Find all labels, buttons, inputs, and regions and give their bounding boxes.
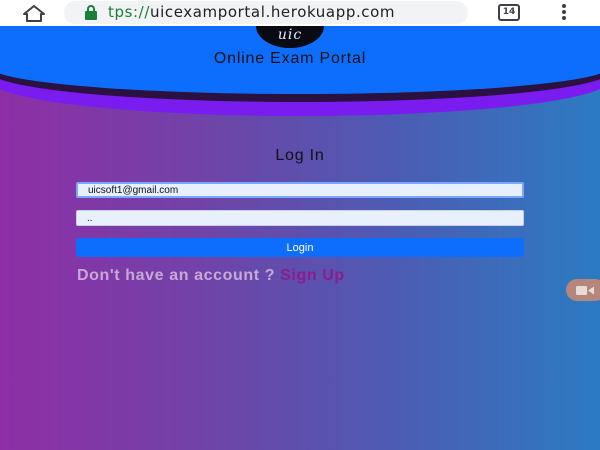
signup-prompt: Don't have an account ? Sign Up xyxy=(77,267,345,285)
url-host: uicexamportal.herokuapp.com xyxy=(149,3,396,21)
lock-icon xyxy=(85,5,97,20)
url-scheme: tps:// xyxy=(108,3,150,21)
site-title: Online Exam Portal xyxy=(213,50,367,67)
site-logo[interactable]: uic xyxy=(256,26,324,48)
floating-video-button[interactable] xyxy=(566,279,600,301)
home-icon[interactable] xyxy=(22,4,46,22)
signup-link[interactable]: Sign Up xyxy=(280,267,345,284)
address-bar[interactable]: tps://uicexamportal.herokuapp.com xyxy=(64,1,468,24)
url-text: tps://uicexamportal.herokuapp.com xyxy=(108,3,395,21)
video-camera-icon xyxy=(576,286,594,295)
login-heading: Log In xyxy=(275,147,325,164)
more-vert-icon[interactable] xyxy=(556,3,572,23)
site-header: uic Online Exam Portal xyxy=(0,26,600,94)
login-button[interactable]: Login xyxy=(76,238,524,257)
browser-toolbar: tps://uicexamportal.herokuapp.com 14 xyxy=(0,0,600,26)
logo-text: uic xyxy=(277,27,303,43)
no-account-text: Don't have an account ? xyxy=(77,267,276,284)
password-field[interactable] xyxy=(76,210,524,226)
email-field[interactable] xyxy=(76,182,524,198)
tab-switcher-button[interactable]: 14 xyxy=(498,4,520,21)
page-background: uic Online Exam Portal Log In Login Don'… xyxy=(0,26,600,450)
